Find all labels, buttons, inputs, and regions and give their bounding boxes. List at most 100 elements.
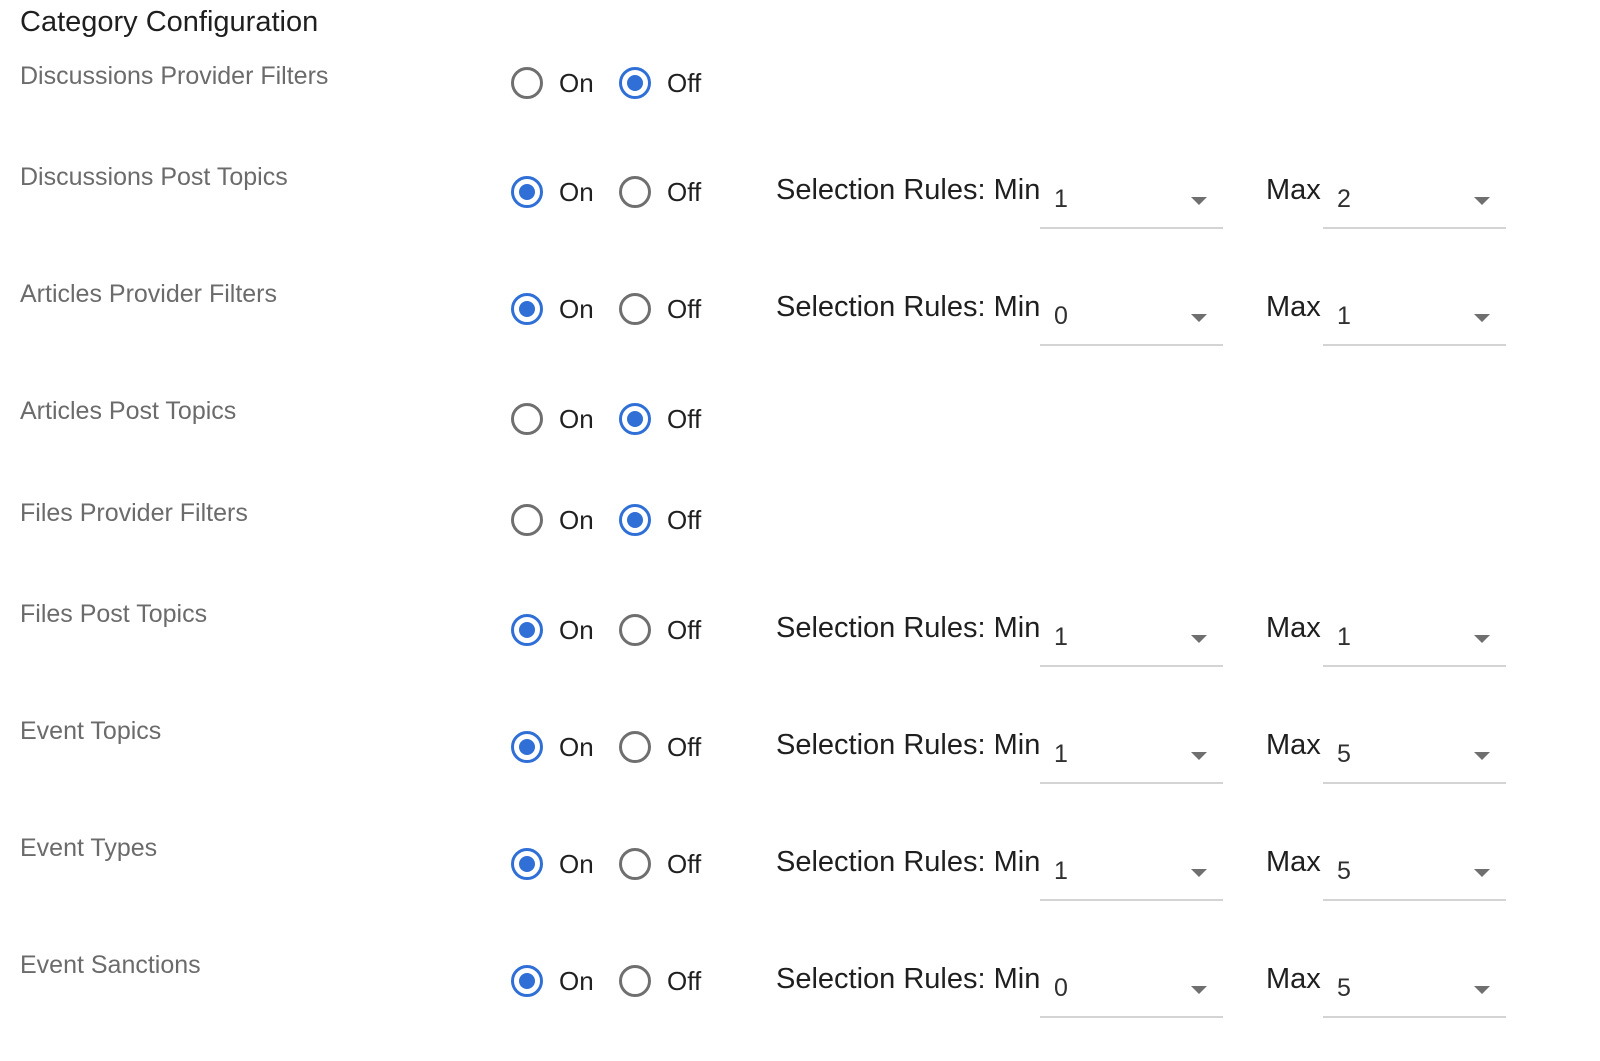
row-label-articles-post-topics: Articles Post Topics [20,397,237,425]
dropdown-arrow-icon[interactable] [1474,986,1490,994]
radio-unchecked-icon[interactable] [619,731,651,763]
max-select-event-types[interactable]: 5 [1323,843,1506,901]
radio-on-files-post-topics[interactable]: On [511,610,594,650]
row-label-articles-provider-filters: Articles Provider Filters [20,280,277,308]
radio-off-discussions-post-topics[interactable]: Off [619,172,701,212]
max-select-event-topics[interactable]: 5 [1323,726,1506,784]
radio-off-articles-post-topics[interactable]: Off [619,399,701,439]
max-label: Max [1266,846,1321,878]
radio-on-files-provider-filters[interactable]: On [511,500,594,540]
min-select-value: 0 [1054,302,1068,330]
dropdown-arrow-icon[interactable] [1191,314,1207,322]
min-select-value: 1 [1054,185,1068,213]
max-label: Max [1266,291,1321,323]
radio-off-event-topics[interactable]: Off [619,727,701,767]
min-select-value: 1 [1054,740,1068,768]
radio-on-event-types[interactable]: On [511,844,594,884]
min-select-event-types[interactable]: 1 [1040,843,1223,901]
min-select-discussions-post-topics[interactable]: 1 [1040,171,1223,229]
max-select-value: 5 [1337,974,1351,1002]
max-label: Max [1266,612,1321,644]
radio-off-label: Off [667,731,702,762]
dropdown-arrow-icon[interactable] [1191,635,1207,643]
radio-checked-icon[interactable] [511,176,543,208]
radio-unchecked-icon[interactable] [511,67,543,99]
radio-checked-icon[interactable] [511,293,543,325]
radio-off-label: Off [667,848,702,879]
radio-on-label: On [559,176,594,207]
dropdown-arrow-icon[interactable] [1191,986,1207,994]
radio-on-label: On [559,403,594,434]
radio-on-discussions-provider-filters[interactable]: On [511,63,594,103]
dropdown-arrow-icon[interactable] [1191,197,1207,205]
radio-group-event-topics: On Off [511,727,731,767]
selection-rules-min-label: Selection Rules: Min [776,846,1041,878]
radio-checked-icon[interactable] [511,614,543,646]
radio-off-event-types[interactable]: Off [619,844,701,884]
radio-unchecked-icon[interactable] [619,614,651,646]
radio-checked-icon[interactable] [619,403,651,435]
min-select-value: 0 [1054,974,1068,1002]
dropdown-arrow-icon[interactable] [1474,752,1490,760]
radio-unchecked-icon[interactable] [511,403,543,435]
radio-group-files-provider-filters: On Off [511,500,731,540]
radio-unchecked-icon[interactable] [511,504,543,536]
radio-group-files-post-topics: On Off [511,610,731,650]
selection-rules-min-label: Selection Rules: Min [776,291,1041,323]
max-select-files-post-topics[interactable]: 1 [1323,609,1506,667]
radio-on-event-sanctions[interactable]: On [511,961,594,1001]
dropdown-arrow-icon[interactable] [1474,197,1490,205]
dropdown-arrow-icon[interactable] [1474,314,1490,322]
radio-checked-icon[interactable] [511,731,543,763]
max-select-value: 5 [1337,740,1351,768]
radio-on-label: On [559,848,594,879]
max-select-discussions-post-topics[interactable]: 2 [1323,171,1506,229]
radio-checked-icon[interactable] [619,67,651,99]
max-label: Max [1266,963,1321,995]
radio-unchecked-icon[interactable] [619,848,651,880]
radio-unchecked-icon[interactable] [619,176,651,208]
max-label: Max [1266,729,1321,761]
dropdown-arrow-icon[interactable] [1191,752,1207,760]
min-select-value: 1 [1054,857,1068,885]
min-select-event-sanctions[interactable]: 0 [1040,960,1223,1018]
selection-rules-min-label: Selection Rules: Min [776,963,1041,995]
radio-off-event-sanctions[interactable]: Off [619,961,701,1001]
row-label-event-sanctions: Event Sanctions [20,951,201,979]
radio-on-label: On [559,67,594,98]
max-select-articles-provider-filters[interactable]: 1 [1323,288,1506,346]
selection-rules-min-label: Selection Rules: Min [776,174,1041,206]
radio-off-label: Off [667,67,702,98]
radio-on-articles-provider-filters[interactable]: On [511,289,594,329]
radio-checked-icon[interactable] [619,504,651,536]
row-label-event-topics: Event Topics [20,717,162,745]
radio-unchecked-icon[interactable] [619,965,651,997]
radio-on-event-topics[interactable]: On [511,727,594,767]
radio-unchecked-icon[interactable] [619,293,651,325]
radio-checked-icon[interactable] [511,848,543,880]
radio-off-label: Off [667,403,702,434]
dropdown-arrow-icon[interactable] [1474,635,1490,643]
radio-group-articles-post-topics: On Off [511,399,731,439]
dropdown-arrow-icon[interactable] [1474,869,1490,877]
radio-on-discussions-post-topics[interactable]: On [511,172,594,212]
radio-on-articles-post-topics[interactable]: On [511,399,594,439]
max-select-event-sanctions[interactable]: 5 [1323,960,1506,1018]
max-select-value: 1 [1337,623,1351,651]
dropdown-arrow-icon[interactable] [1191,869,1207,877]
radio-off-label: Off [667,293,702,324]
row-label-discussions-post-topics: Discussions Post Topics [20,163,288,191]
radio-on-label: On [559,731,594,762]
row-label-files-post-topics: Files Post Topics [20,600,208,628]
max-select-value: 2 [1337,185,1351,213]
radio-off-files-provider-filters[interactable]: Off [619,500,701,540]
min-select-files-post-topics[interactable]: 1 [1040,609,1223,667]
radio-off-articles-provider-filters[interactable]: Off [619,289,701,329]
radio-group-articles-provider-filters: On Off [511,289,731,329]
min-select-articles-provider-filters[interactable]: 0 [1040,288,1223,346]
row-label-files-provider-filters: Files Provider Filters [20,499,248,527]
radio-off-files-post-topics[interactable]: Off [619,610,701,650]
radio-checked-icon[interactable] [511,965,543,997]
radio-off-discussions-provider-filters[interactable]: Off [619,63,701,103]
min-select-event-topics[interactable]: 1 [1040,726,1223,784]
